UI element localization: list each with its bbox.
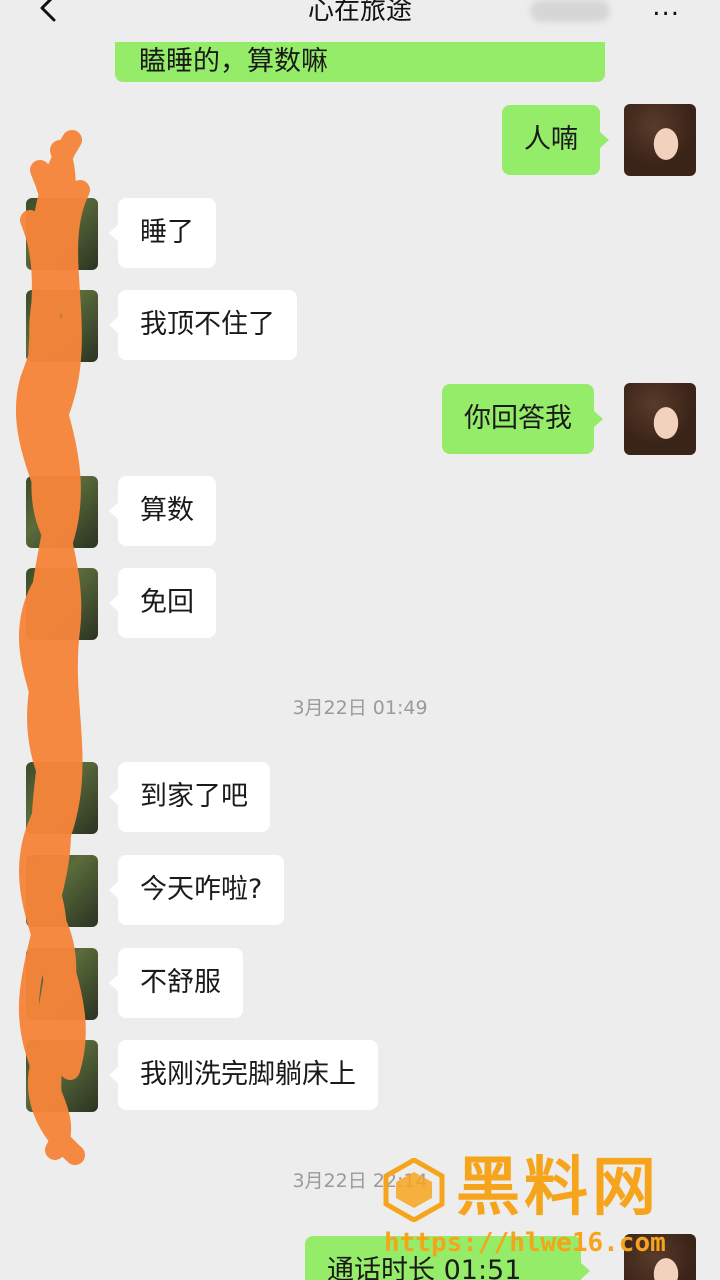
message-timestamp: 3月22日 22:14 xyxy=(292,1170,428,1192)
message-bubble-contact[interactable]: 到家了吧 xyxy=(109,762,270,832)
message-timestamp: 3月22日 01:49 xyxy=(292,697,428,719)
contact-avatar[interactable] xyxy=(26,568,98,640)
contact-avatar[interactable] xyxy=(26,855,98,927)
message-bubble-contact[interactable]: 算数 xyxy=(109,476,216,546)
blurred-region xyxy=(530,0,610,22)
self-avatar[interactable] xyxy=(624,104,696,176)
message-bubble-self[interactable]: 你回答我 xyxy=(442,384,603,454)
chat-header: 心在旅途 ... xyxy=(0,0,720,30)
contact-avatar[interactable] xyxy=(26,290,98,362)
message-bubble-contact[interactable]: 免回 xyxy=(109,568,216,638)
message-bubble-self[interactable]: 瞌睡的，算数嘛 xyxy=(115,42,605,82)
contact-avatar[interactable] xyxy=(26,1040,98,1112)
chat-title: 心在旅途 xyxy=(307,0,412,26)
message-bubble-contact[interactable]: 睡了 xyxy=(109,198,216,268)
call-duration-bubble[interactable]: 通话时长 01:51 xyxy=(305,1236,591,1280)
message-bubble-self[interactable]: 人喃 xyxy=(502,105,609,175)
message-bubble-contact[interactable]: 今天咋啦? xyxy=(108,855,285,925)
message-bubble-contact[interactable]: 我顶不住了 xyxy=(109,290,297,360)
contact-avatar[interactable] xyxy=(26,948,98,1020)
contact-avatar[interactable] xyxy=(26,198,98,270)
more-options-icon[interactable]: ... xyxy=(652,0,680,22)
contact-avatar[interactable] xyxy=(26,476,98,548)
self-avatar[interactable] xyxy=(624,383,696,455)
message-bubble-contact[interactable]: 不舒服 xyxy=(109,948,243,1018)
message-bubble-contact[interactable]: 我刚洗完脚躺床上 xyxy=(109,1040,378,1110)
self-avatar[interactable] xyxy=(624,1234,696,1280)
contact-avatar[interactable] xyxy=(26,762,98,834)
